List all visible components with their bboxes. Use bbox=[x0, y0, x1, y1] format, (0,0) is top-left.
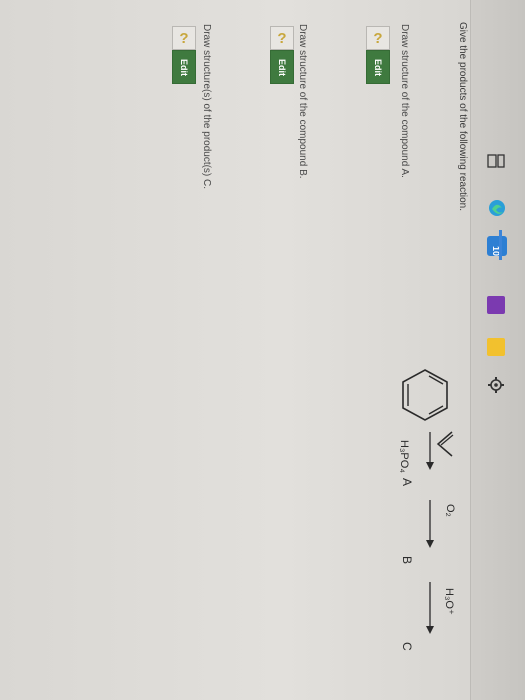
part-c-edit-button[interactable]: Edit bbox=[172, 50, 196, 84]
store-icon[interactable] bbox=[487, 338, 505, 356]
part-a-label: Draw structure of the compound A. bbox=[399, 24, 410, 178]
product-b: B bbox=[400, 556, 414, 565]
onenote-icon[interactable] bbox=[487, 296, 505, 314]
part-b-label: Draw structure of the compound B. bbox=[297, 24, 308, 179]
part-c-edit-label: Edit bbox=[179, 59, 189, 76]
edge-icon[interactable] bbox=[487, 198, 507, 218]
reaction-arrow-3-head bbox=[426, 626, 434, 634]
part-a-placeholder-icon: ? bbox=[366, 26, 390, 50]
screen: Give the products of the following react… bbox=[0, 0, 525, 700]
reagent-o2: O₂ bbox=[444, 504, 456, 517]
reagent-h3po4: H₃PO₄ bbox=[398, 440, 410, 473]
part-b-edit-button[interactable]: Edit bbox=[270, 50, 294, 84]
part-b-edit-label: Edit bbox=[277, 59, 287, 76]
reaction-arrow-1-head bbox=[426, 462, 434, 470]
part-b-answer: ? Edit bbox=[270, 26, 294, 84]
settings-icon[interactable] bbox=[487, 376, 505, 394]
task-view-icon[interactable] bbox=[485, 152, 507, 170]
part-c-placeholder-icon: ? bbox=[172, 26, 196, 50]
question-prompt: Give the products of the following react… bbox=[457, 22, 468, 211]
reaction-arrow-2-head bbox=[426, 540, 434, 548]
reagent-h3o-plus: H₃O⁺ bbox=[443, 588, 455, 615]
part-a-answer: ? Edit bbox=[366, 26, 390, 84]
question-panel: Give the products of the following react… bbox=[0, 0, 470, 700]
part-a-edit-button[interactable]: Edit bbox=[366, 50, 390, 84]
taskbar: 10 bbox=[470, 0, 525, 700]
benzene-structure bbox=[402, 369, 448, 421]
reaction-scheme bbox=[402, 369, 454, 634]
propene-structure bbox=[436, 431, 454, 457]
part-b-placeholder-icon: ? bbox=[270, 26, 294, 50]
part-c-answer: ? Edit bbox=[172, 26, 196, 84]
part-a-edit-label: Edit bbox=[373, 59, 383, 76]
product-a: A bbox=[400, 478, 414, 487]
active-app-indicator bbox=[499, 230, 502, 260]
part-c-label: Draw structure(s) of the product(s) C. bbox=[201, 24, 212, 190]
product-c: C bbox=[400, 642, 414, 651]
